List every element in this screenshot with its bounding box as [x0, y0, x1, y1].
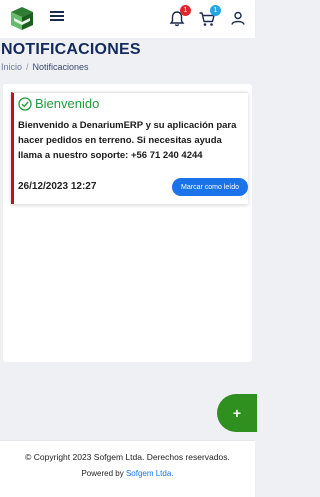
menu-icon[interactable] — [50, 9, 66, 25]
user-button[interactable] — [230, 10, 248, 28]
check-circle-icon — [18, 96, 32, 111]
app-logo-icon[interactable] — [8, 4, 36, 32]
notification-header: Bienvenido — [18, 96, 99, 111]
notification-card: Bienvenido Bienvenido a DenariumERP y su… — [11, 92, 248, 204]
breadcrumb-current: Notificaciones — [32, 62, 89, 72]
top-bar: 1 1 — [0, 0, 255, 38]
breadcrumb-home-link[interactable]: Inicio — [1, 62, 22, 72]
powered-by-link[interactable]: Sofgem Ltda. — [126, 469, 174, 478]
notifications-badge: 1 — [180, 5, 191, 16]
notification-date: 26/12/2023 12:27 — [18, 181, 97, 192]
page-title: NOTIFICACIONES — [1, 41, 141, 58]
user-icon — [231, 11, 245, 25]
notifications-panel: Bienvenido Bienvenido a DenariumERP y su… — [3, 84, 252, 362]
breadcrumb-separator: / — [26, 62, 29, 72]
add-fab-button[interactable]: + — [217, 394, 257, 432]
cart-badge: 1 — [210, 5, 221, 16]
notification-title: Bienvenido — [35, 96, 100, 111]
notifications-button[interactable]: 1 — [168, 5, 191, 28]
footer-powered-by: Powered by Sofgem Ltda. — [0, 469, 255, 478]
cart-button[interactable]: 1 — [198, 5, 221, 28]
notification-message: Bienvenido a DenariumERP y su aplicación… — [18, 120, 237, 161]
powered-by-label: Powered by — [81, 469, 124, 478]
footer-copyright: © Copyright 2023 Sofgem Ltda. Derechos r… — [25, 452, 230, 462]
footer: © Copyright 2023 Sofgem Ltda. Derechos r… — [0, 440, 255, 497]
breadcrumb: Inicio / Notificaciones — [1, 62, 89, 72]
mark-as-read-button[interactable]: Marcar como leído — [172, 178, 248, 196]
